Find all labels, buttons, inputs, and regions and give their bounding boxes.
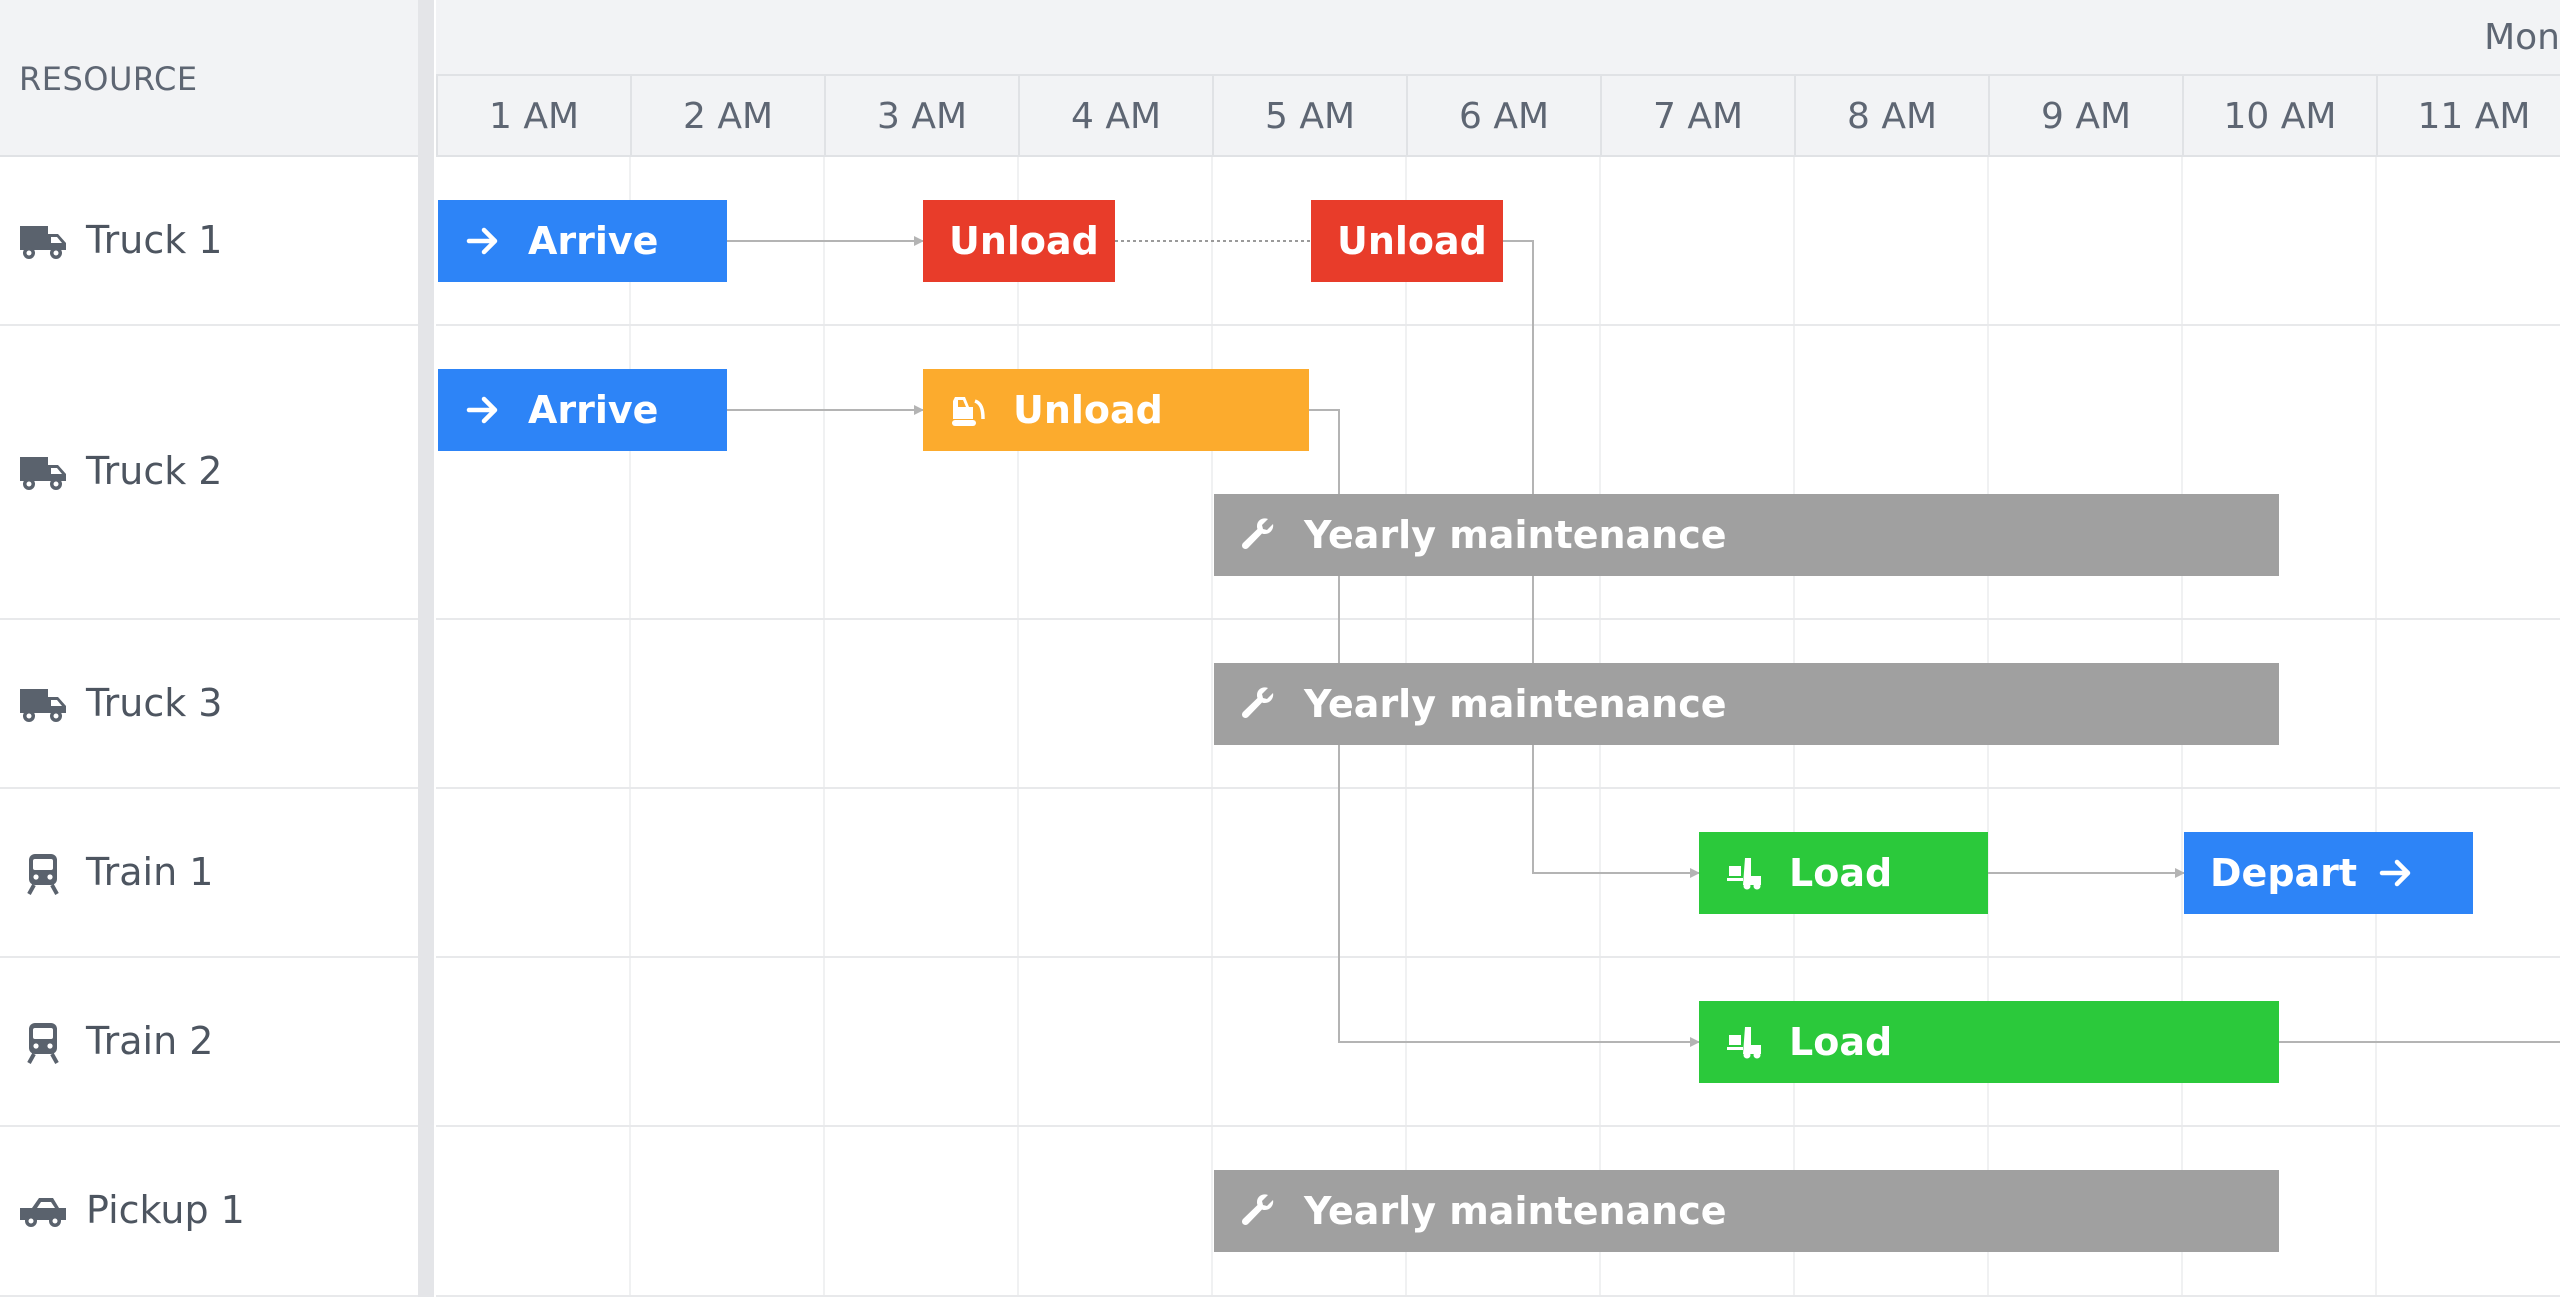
resource-name: Truck 2	[86, 449, 223, 493]
train-icon	[18, 852, 68, 896]
splitter-handle[interactable]	[418, 0, 434, 1297]
resource-name: Truck 1	[86, 217, 223, 262]
event-label: Depart	[2210, 851, 2358, 895]
event-bar-load[interactable]: Load	[1699, 832, 1988, 914]
event-bar-yearly-maintenance[interactable]: Yearly maintenance	[1214, 494, 2279, 576]
event-label: Unload	[949, 219, 1099, 263]
event-label: Yearly maintenance	[1304, 513, 1727, 557]
truck-icon	[18, 683, 68, 727]
resource-row[interactable]: Truck 2	[0, 326, 420, 620]
resource-row[interactable]: Train 1	[0, 789, 420, 958]
scheduler: RESOURCE Truck 1 Truck 2 Truck 3 Train 1 Tra…	[0, 0, 2560, 1297]
timeline: Mon 1 AM 2 AM 3 AM 4 AM 5 AM 6 AM 7 AM 8 AM 9 AM…	[436, 0, 2560, 1297]
event-label: Unload	[1337, 219, 1487, 263]
event-bar-load[interactable]: Load	[1699, 1001, 2279, 1083]
event-bar-unload[interactable]: Unload	[923, 200, 1115, 282]
event-bar-depart[interactable]: Depart	[2184, 832, 2473, 914]
resource-name: Train 2	[86, 1018, 214, 1063]
resource-name: Truck 3	[86, 680, 223, 725]
resource-row[interactable]: Truck 1	[0, 157, 420, 326]
event-bar-unload[interactable]: Unload	[923, 369, 1309, 451]
wrench-icon	[1240, 516, 1278, 554]
forklift-icon	[1725, 1023, 1763, 1061]
forklift-icon	[1725, 854, 1763, 892]
resource-row[interactable]: Train 2	[0, 958, 420, 1127]
wrench-icon	[1240, 1192, 1278, 1230]
resource-name: Pickup 1	[86, 1188, 245, 1232]
resource-row[interactable]: Truck 3	[0, 620, 420, 789]
event-label: Unload	[1013, 388, 1163, 432]
train-icon	[18, 1021, 68, 1065]
event-bar-yearly-maintenance[interactable]: Yearly maintenance	[1214, 1170, 2279, 1252]
arrow-right-icon	[464, 391, 502, 429]
resource-row[interactable]: Pickup 1	[0, 1127, 420, 1297]
resource-column-header[interactable]: RESOURCE	[0, 0, 420, 157]
resource-column: RESOURCE Truck 1 Truck 2 Truck 3 Train 1 Tra…	[0, 0, 420, 1297]
arrow-right-icon	[2377, 854, 2415, 892]
event-label: Load	[1789, 851, 1893, 895]
event-label: Yearly maintenance	[1304, 1189, 1727, 1233]
truck-icon	[18, 220, 68, 264]
event-bar-arrive[interactable]: Arrive	[438, 369, 727, 451]
resource-header-label: RESOURCE	[19, 60, 198, 98]
resource-name: Train 1	[86, 849, 214, 894]
event-bar-arrive[interactable]: Arrive	[438, 200, 727, 282]
bulldozer-icon	[949, 391, 987, 429]
event-label: Arrive	[528, 388, 659, 432]
event-label: Arrive	[528, 219, 659, 263]
dependency-lines	[727, 236, 2560, 1047]
pickup-icon	[18, 1190, 68, 1234]
event-bar-yearly-maintenance[interactable]: Yearly maintenance	[1214, 663, 2279, 745]
event-bar-unload[interactable]: Unload	[1311, 200, 1503, 282]
wrench-icon	[1240, 685, 1278, 723]
event-label: Load	[1789, 1020, 1893, 1064]
arrow-right-icon	[464, 222, 502, 260]
truck-icon	[18, 451, 68, 495]
event-label: Yearly maintenance	[1304, 682, 1727, 726]
